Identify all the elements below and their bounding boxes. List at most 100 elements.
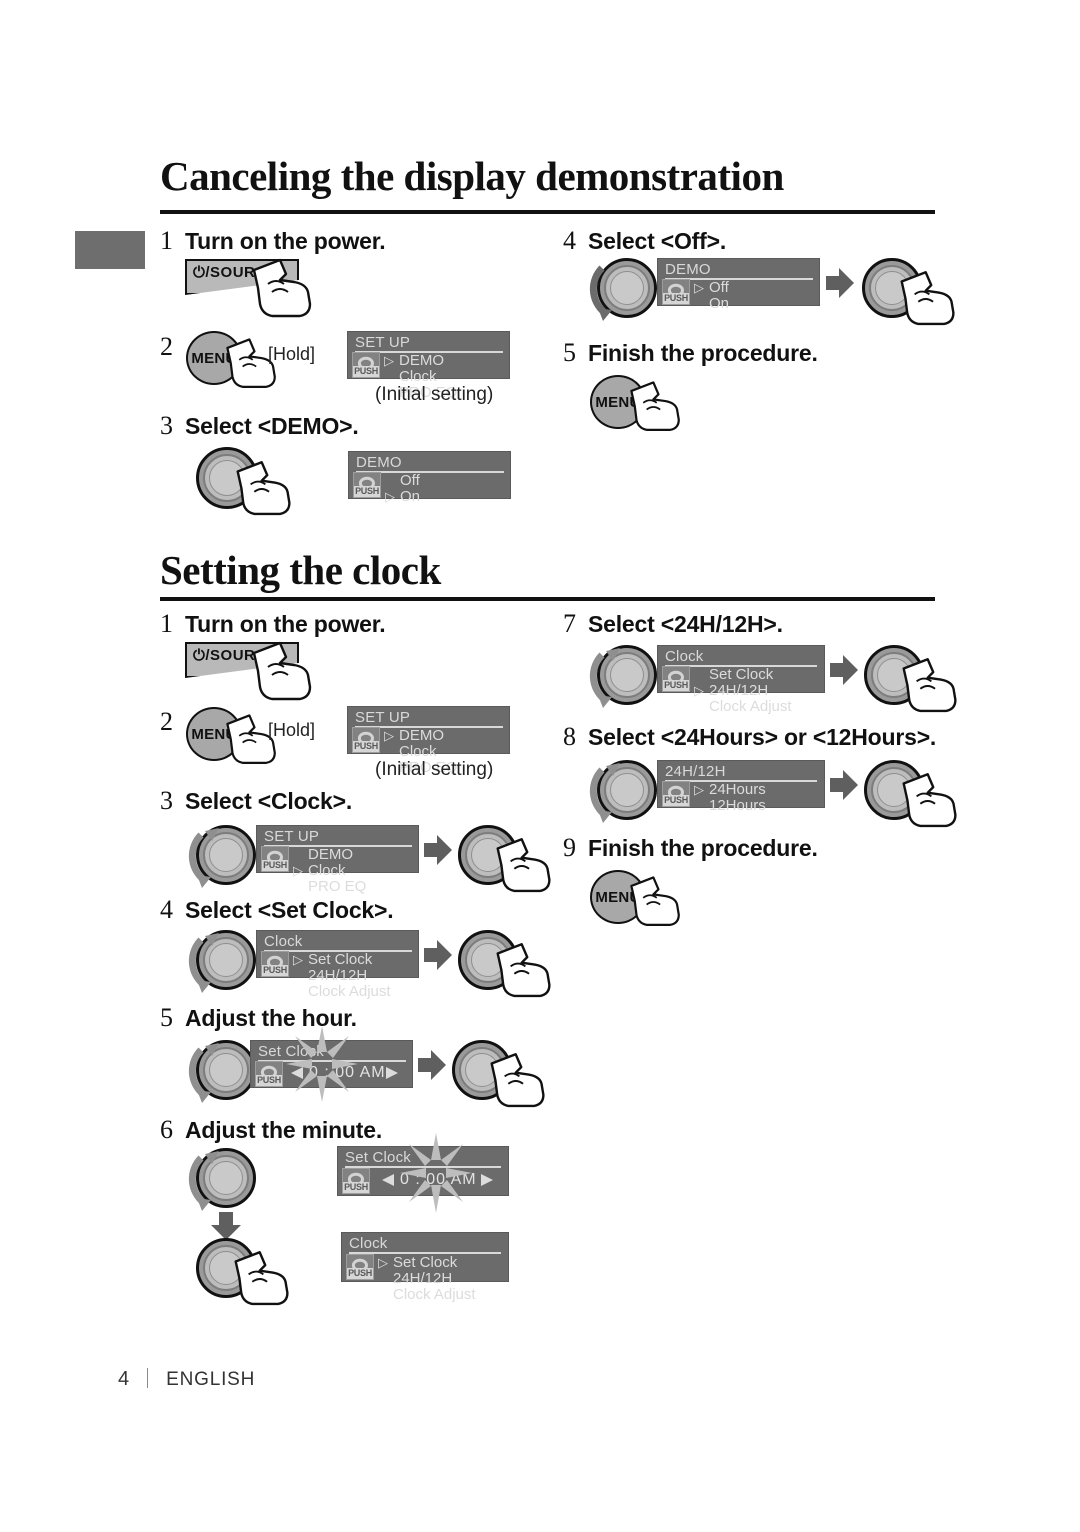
lcd-set-clock-hour: Set Clock PUSH 0 : 00 AM bbox=[250, 1040, 413, 1088]
lcd-setup-demo: SET UP PUSH DEMO Clock PRO EQ bbox=[347, 331, 510, 401]
lcd-knob-icon: PUSH bbox=[662, 279, 690, 305]
dial-inner bbox=[610, 271, 644, 305]
hold-label-2: [Hold] bbox=[268, 720, 316, 740]
initial-setting-note-2: (Initial setting) bbox=[375, 759, 494, 780]
hold-label-1: [Hold] bbox=[268, 344, 316, 364]
menu-button-2[interactable]: MENU bbox=[590, 375, 646, 429]
dial-inner bbox=[209, 460, 245, 496]
step-number: 7 bbox=[563, 609, 576, 638]
push-label: PUSH bbox=[347, 1268, 373, 1279]
step-number: 1 bbox=[160, 226, 173, 255]
control-dial-2-4-press[interactable] bbox=[458, 930, 518, 990]
push-label: PUSH bbox=[262, 860, 288, 871]
lcd-setup-demo-2: SET UP PUSH DEMO Clock PRO EQ bbox=[347, 706, 510, 776]
step-number: 4 bbox=[563, 226, 576, 255]
section-rule-1 bbox=[160, 210, 935, 214]
section-title-canceling-demo: Canceling the display demonstration bbox=[160, 153, 784, 199]
control-dial-2-8-press[interactable] bbox=[864, 760, 924, 820]
dial-inner bbox=[209, 1053, 243, 1087]
lcd-options: Off On bbox=[385, 472, 420, 506]
step-text: Turn on the power. bbox=[185, 611, 386, 637]
control-dial-2-8[interactable] bbox=[597, 760, 657, 820]
lcd-demo-off: DEMO PUSH Off On bbox=[657, 258, 820, 312]
next-arrow-icon bbox=[386, 1067, 398, 1079]
lcd-knob-icon: PUSH bbox=[352, 727, 380, 753]
lcd-option: Clock Adjust bbox=[393, 1286, 476, 1303]
step-number: 3 bbox=[160, 411, 173, 440]
lcd-title: SET UP bbox=[355, 334, 411, 351]
step-text: Select <Set Clock>. bbox=[185, 897, 394, 923]
step-text: Finish the procedure. bbox=[588, 835, 818, 861]
flow-arrow-right-icon bbox=[418, 1050, 446, 1080]
lcd-title: 24H/12H bbox=[665, 763, 726, 780]
menu-button-1[interactable]: MENU bbox=[186, 331, 242, 385]
lcd-clock-24h12h: Clock PUSH Set Clock 24H/12H Clock Adjus… bbox=[657, 645, 825, 715]
lcd-option: Clock Adjust bbox=[709, 698, 792, 715]
menu-button-4[interactable]: MENU bbox=[590, 870, 646, 924]
step-2-3: 3 Select <Clock>. bbox=[160, 786, 352, 816]
step-number: 1 bbox=[160, 609, 173, 638]
lcd-options: Set Clock 24H/12H Clock Adjust bbox=[293, 952, 391, 1000]
step-2-2: 2 bbox=[160, 707, 173, 737]
control-dial-1-4[interactable] bbox=[597, 258, 657, 318]
lcd-knob-icon: PUSH bbox=[261, 846, 289, 872]
control-dial-2-4[interactable] bbox=[196, 930, 256, 990]
prev-arrow-icon bbox=[382, 1174, 394, 1186]
flow-arrow-right-icon bbox=[424, 835, 452, 865]
dial-inner bbox=[465, 1053, 499, 1087]
step-2-7: 7 Select <24H/12H>. bbox=[563, 609, 783, 639]
control-dial-2-3-press[interactable] bbox=[458, 825, 518, 885]
step-1-4: 4 Select <Off>. bbox=[563, 226, 726, 256]
dial-inner bbox=[209, 943, 243, 977]
lcd-options: DEMO Clock PRO EQ bbox=[293, 847, 366, 895]
control-dial-2-7-press[interactable] bbox=[864, 645, 924, 705]
control-dial-2-3[interactable] bbox=[196, 825, 256, 885]
lcd-time-value: 0 : 00 AM bbox=[309, 1064, 386, 1081]
control-dial-2-6[interactable] bbox=[196, 1148, 256, 1208]
power-source-button[interactable]: ⏻/SOURCE bbox=[185, 259, 299, 295]
lcd-title: Clock bbox=[665, 648, 704, 665]
lcd-knob-icon: PUSH bbox=[255, 1061, 283, 1087]
prev-arrow-icon bbox=[291, 1067, 303, 1079]
step-text: Select <DEMO>. bbox=[185, 413, 359, 439]
step-2-5: 5 Adjust the hour. bbox=[160, 1003, 357, 1033]
power-source-label: ⏻/SOURCE bbox=[193, 647, 277, 664]
section-rule-2 bbox=[160, 597, 935, 601]
step-2-8: 8 Select <24Hours> or <12Hours>. bbox=[563, 722, 936, 752]
push-label: PUSH bbox=[663, 680, 689, 691]
lcd-knob-icon: PUSH bbox=[353, 472, 381, 498]
lcd-title: Clock bbox=[264, 933, 303, 950]
page-footer: 4 ENGLISH bbox=[118, 1368, 255, 1391]
menu-button-3[interactable]: MENU bbox=[186, 707, 242, 761]
lcd-title: Set Clock bbox=[258, 1043, 324, 1060]
lcd-title: Clock bbox=[349, 1235, 388, 1252]
step-number: 8 bbox=[563, 722, 576, 751]
control-dial-1-3[interactable] bbox=[196, 447, 258, 509]
control-dial-2-5-press[interactable] bbox=[452, 1040, 512, 1100]
dial-inner bbox=[610, 773, 644, 807]
lcd-knob-icon: PUSH bbox=[261, 951, 289, 977]
lcd-option: Set Clock bbox=[293, 952, 391, 969]
menu-button-label: MENU bbox=[595, 393, 641, 411]
lcd-option: Clock Adjust bbox=[308, 983, 391, 1000]
push-label: PUSH bbox=[663, 293, 689, 304]
push-label: PUSH bbox=[256, 1075, 282, 1086]
lcd-options: Off On bbox=[694, 280, 729, 312]
lcd-title: SET UP bbox=[264, 828, 320, 845]
lcd-option: Off bbox=[400, 472, 420, 489]
step-text: Turn on the power. bbox=[185, 228, 386, 254]
lcd-knob-icon: PUSH bbox=[346, 1254, 374, 1280]
step-number: 2 bbox=[160, 332, 173, 361]
source-text: /SOURCE bbox=[205, 647, 278, 664]
lcd-option: Off bbox=[694, 280, 729, 297]
control-dial-1-4-press[interactable] bbox=[862, 258, 922, 318]
control-dial-2-5[interactable] bbox=[196, 1040, 256, 1100]
control-dial-2-6-press[interactable] bbox=[196, 1238, 256, 1298]
menu-button-label: MENU bbox=[191, 349, 237, 367]
lcd-option: 24H/12H bbox=[393, 1270, 453, 1287]
control-dial-2-7[interactable] bbox=[597, 645, 657, 705]
dial-inner bbox=[209, 1251, 243, 1285]
lcd-option: Clock bbox=[293, 863, 366, 880]
lcd-title: Set Clock bbox=[345, 1149, 411, 1166]
power-source-button-2[interactable]: ⏻/SOURCE bbox=[185, 642, 299, 678]
